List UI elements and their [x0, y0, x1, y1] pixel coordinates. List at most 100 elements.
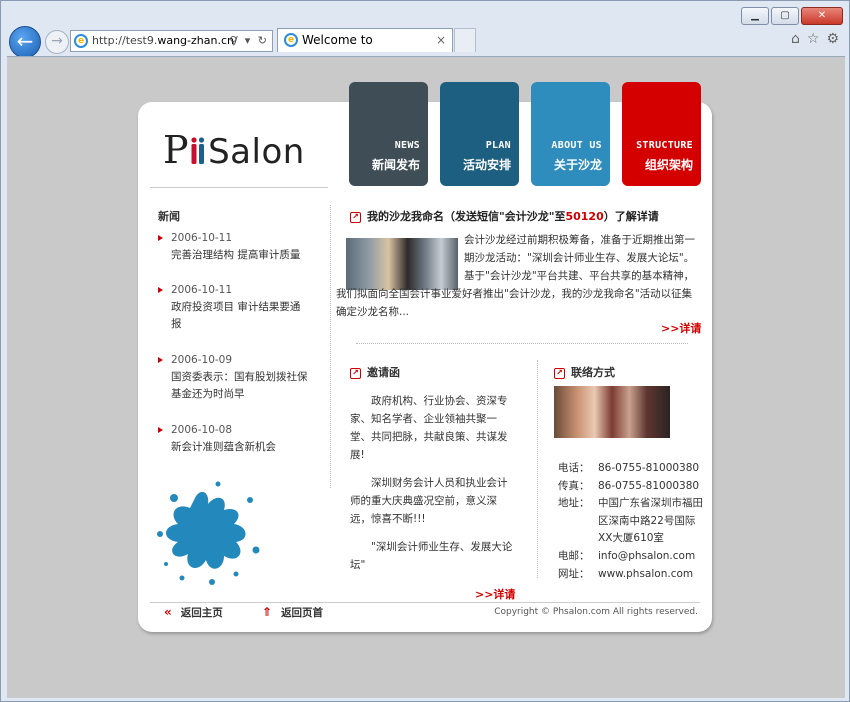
browser-toolbar: ← → e http://test9.wang-zhan.cn/ ⚲ ▾ ↻ e…	[1, 25, 849, 69]
nav-tile-zh: 关于沙龙	[553, 158, 602, 172]
section-arrow-icon: ↗	[350, 368, 361, 379]
invite-paragraph: "深圳会计师业生存、发展大论坛"	[350, 541, 513, 571]
ie-page-icon: e	[74, 34, 88, 48]
contact-value: 86-0755-81000380	[598, 479, 700, 492]
favorites-star-icon[interactable]: ☆	[807, 31, 820, 47]
double-arrow-left-icon: «	[164, 605, 172, 619]
back-top-link[interactable]: ⇑ 返回页首	[262, 605, 323, 620]
headline-text: 我的沙龙我命名（发送短信"会计沙龙"至	[367, 210, 566, 223]
invite-paragraph: 政府机构、行业协会、资深专家、知名学者、企业领袖共聚一堂、共同把脉，共献良策、共…	[350, 395, 508, 461]
arrow-up-icon: ⇑	[262, 605, 273, 619]
contact-row-web: 网址： www.phsalon.com	[558, 566, 708, 584]
contact-value[interactable]: info@phsalon.com	[598, 548, 708, 566]
news-date: 2006-10-11	[171, 232, 233, 244]
nav-tile-en: PLAN	[485, 140, 511, 151]
contact-value: 86-0755-81000380	[598, 462, 700, 474]
contact-label: 地址：	[558, 497, 590, 510]
news-item[interactable]: 2006-10-11 政府投资项目 审计结果要通报	[158, 282, 308, 333]
address-bar[interactable]: e http://test9.wang-zhan.cn/ ⚲ ▾ ↻	[70, 30, 273, 52]
news-section-title: 新闻	[158, 210, 180, 223]
new-tab-button[interactable]	[454, 28, 476, 52]
featured-more-link[interactable]: >>详请	[661, 320, 701, 336]
logo-letter-p: P	[163, 128, 190, 172]
back-button[interactable]: ←	[9, 26, 41, 58]
address-tools[interactable]: ⚲ ▾ ↻	[229, 31, 269, 51]
news-link[interactable]: 国资委表示：国有股划拨社保基金还为时尚早	[158, 369, 308, 403]
nav-tile-structure[interactable]: STRUCTURE 组织架构	[622, 82, 701, 186]
site-logo[interactable]: P Salon	[163, 128, 305, 172]
search-refresh-icons: ⚲ ▾ ↻	[229, 34, 269, 47]
nav-tile-en: NEWS	[394, 140, 420, 151]
tab-welcome[interactable]: e Welcome to www.PhSalo... ×	[277, 28, 453, 69]
news-link[interactable]: 新会计准则蕴含新机会	[158, 439, 308, 456]
contact-title-text: 联络方式	[571, 366, 615, 379]
news-link[interactable]: 政府投资项目 审计结果要通报	[158, 299, 308, 333]
nav-tile-en: ABOUT US	[551, 140, 602, 151]
headline-number: 50120	[565, 210, 604, 223]
contact-row-address: 地址： 中国广东省深圳市福田区深南中路22号国际XX大厦610室	[558, 495, 708, 548]
nav-tile-zh: 组织架构	[644, 158, 693, 172]
back-home-text: 返回主页	[180, 607, 223, 619]
invite-title[interactable]: ↗ 邀请函	[350, 364, 400, 380]
ink-splash-decoration	[157, 481, 260, 585]
forward-button[interactable]: →	[45, 30, 69, 54]
left-divider	[330, 205, 331, 488]
page-card: P Salon NEWS 新闻发布 PLAN 活动安排 ABOUT US 关于沙龙…	[138, 82, 712, 632]
home-icon[interactable]: ⌂	[791, 31, 800, 47]
news-date: 2006-10-09	[171, 354, 233, 366]
contact-row-email: 电邮： info@phsalon.com	[558, 548, 708, 566]
url-prefix: http://test9.	[92, 34, 158, 47]
browser-window: ▁ ▢ ✕ ← → e http://test9.wang-zhan.cn/ ⚲…	[0, 0, 850, 702]
browser-right-tools: ⌂ ☆ ⚙	[791, 31, 839, 47]
ie-tab-icon: e	[284, 33, 298, 47]
invite-body: 政府机构、行业协会、资深专家、知名学者、企业领袖共聚一堂、共同把脉，共献良策、共…	[350, 392, 513, 584]
invite-paragraph: 深圳财务会计人员和执业会计师的重大庆典盛况空前，意义深远，惊喜不断!!!	[350, 477, 508, 525]
page-viewport: P Salon NEWS 新闻发布 PLAN 活动安排 ABOUT US 关于沙龙…	[7, 56, 845, 698]
photo-float-space	[336, 231, 464, 285]
contact-row-fax: 传真： 86-0755-81000380	[558, 478, 708, 496]
maximize-button[interactable]: ▢	[771, 7, 799, 25]
nav-tile-en: STRUCTURE	[636, 140, 693, 151]
nav-tile-about[interactable]: ABOUT US 关于沙龙	[531, 82, 610, 186]
main-divider	[356, 343, 688, 344]
nav-tile-news[interactable]: NEWS 新闻发布	[349, 82, 428, 186]
close-window-button[interactable]: ✕	[801, 7, 843, 25]
red-bullet-icon	[158, 287, 163, 293]
nav-tile-plan[interactable]: PLAN 活动安排	[440, 82, 519, 186]
invite-more-link[interactable]: >>详请	[475, 586, 515, 602]
tab-close-icon[interactable]: ×	[436, 29, 446, 51]
section-arrow-icon: ↗	[350, 212, 361, 223]
news-link[interactable]: 完善治理结构 提高审计质量	[158, 247, 308, 264]
news-item[interactable]: 2006-10-11 完善治理结构 提高审计质量	[158, 230, 308, 264]
contact-photo	[554, 386, 670, 438]
news-date: 2006-10-08	[171, 424, 233, 436]
featured-body: 会计沙龙经过前期积极筹备，准备于近期推出第一期沙龙活动："深圳会计师业生存、发展…	[336, 231, 698, 321]
contact-label: 电话：	[558, 462, 590, 474]
news-date: 2006-10-11	[171, 284, 233, 296]
settings-gear-icon[interactable]: ⚙	[826, 31, 839, 47]
red-bullet-icon	[158, 235, 163, 241]
main-nav: NEWS 新闻发布 PLAN 活动安排 ABOUT US 关于沙龙 STRUCT…	[349, 82, 701, 186]
minimize-button[interactable]: ▁	[741, 7, 769, 25]
back-arrow-icon: ←	[16, 29, 34, 53]
nav-tile-zh: 活动安排	[462, 158, 511, 172]
back-home-link[interactable]: « 返回主页	[164, 605, 223, 620]
window-controls: ▁ ▢ ✕	[741, 7, 843, 25]
contact-info: 电话： 86-0755-81000380 传真： 86-0755-81000380 …	[558, 460, 708, 583]
nav-tile-zh: 新闻发布	[371, 158, 420, 172]
news-item[interactable]: 2006-10-09 国资委表示：国有股划拨社保基金还为时尚早	[158, 352, 308, 403]
contact-value: 中国广东省深圳市福田区深南中路22号国际XX大厦610室	[598, 497, 703, 545]
invite-title-text: 邀请函	[367, 366, 400, 379]
contact-label: 网址：	[558, 567, 590, 580]
contact-title: ↗ 联络方式	[554, 364, 615, 380]
featured-headline[interactable]: ↗ 我的沙龙我命名（发送短信"会计沙龙"至50120）了解详请	[350, 208, 659, 224]
news-item[interactable]: 2006-10-08 新会计准则蕴含新机会	[158, 422, 308, 456]
address-url[interactable]: http://test9.wang-zhan.cn/	[92, 31, 238, 51]
red-bullet-icon	[158, 427, 163, 433]
logo-text: Salon	[208, 132, 305, 172]
back-top-text: 返回页首	[281, 607, 324, 619]
section-arrow-icon: ↗	[554, 368, 565, 379]
copyright: Copyright © Phsalon.com All rights reser…	[494, 607, 698, 617]
contact-value[interactable]: www.phsalon.com	[598, 566, 708, 584]
contact-label: 电邮：	[558, 549, 590, 562]
